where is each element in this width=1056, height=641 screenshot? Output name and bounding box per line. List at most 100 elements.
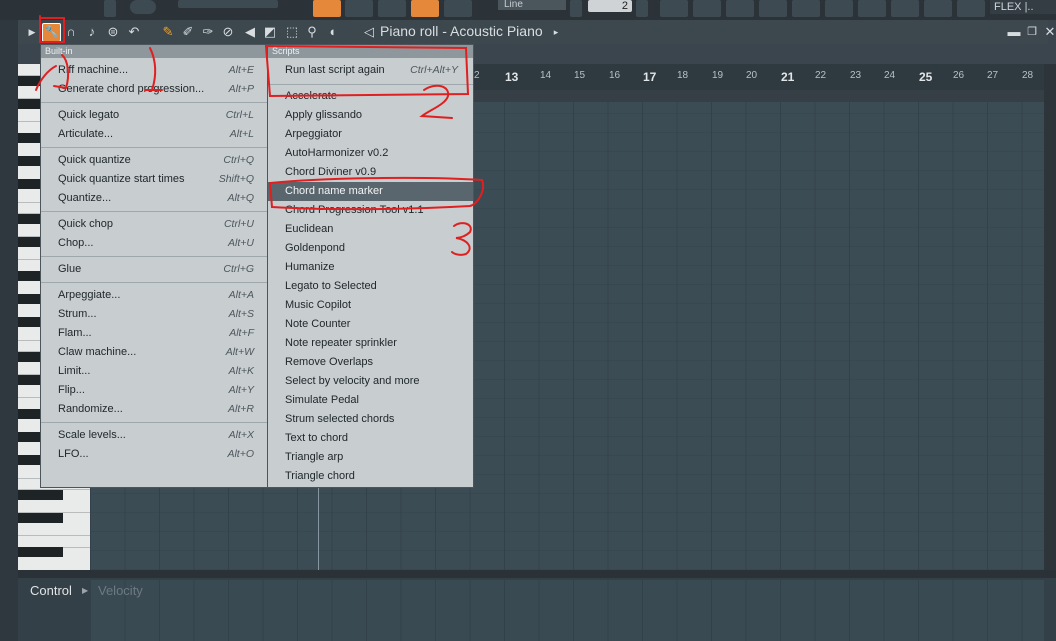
script-menu-item[interactable]: Euclidean (268, 220, 473, 239)
magnet-icon[interactable]: ∩ (63, 24, 79, 40)
builtin-menu-item[interactable]: Generate chord progression... Alt+P (41, 80, 268, 99)
menu-item-shortcut: Ctrl+U (223, 218, 254, 230)
script-menu-item[interactable]: Arpeggiator (268, 125, 473, 144)
script-menu-item[interactable]: Legato to Selected (268, 277, 473, 296)
script-menu-item[interactable]: Music Copilot (268, 296, 473, 315)
link-button[interactable] (411, 0, 439, 17)
menu-item-label: Apply glissando (285, 109, 363, 121)
script-menu-item[interactable]: Apply glissando (268, 106, 473, 125)
script-menu-item[interactable]: Note Counter (268, 315, 473, 334)
builtin-menu-item[interactable]: Limit... Alt+K (41, 362, 268, 381)
record-mode-button[interactable] (444, 0, 472, 17)
builtin-menu-item[interactable]: Flam... Alt+F (41, 324, 268, 343)
play-note-icon[interactable]: ⊜ (105, 24, 121, 40)
snap-select[interactable]: Line (498, 0, 566, 10)
piano-button[interactable] (891, 0, 919, 17)
playlist-button[interactable] (660, 0, 688, 17)
builtin-menu-item[interactable]: LFO... Alt+O (41, 445, 268, 464)
pencil-icon[interactable]: ✎ (160, 24, 176, 40)
paint-brush-icon[interactable]: ✐ (180, 24, 196, 40)
delete-tool-icon[interactable]: ⊘ (220, 24, 236, 40)
script-menu-item[interactable]: Chord Progression Tool v1.1 (268, 201, 473, 220)
snap-button[interactable] (378, 0, 406, 17)
step-down-button[interactable] (570, 0, 582, 17)
ruler-bar-label: 23 (850, 70, 862, 81)
builtin-menu-item[interactable]: Quick legato Ctrl+L (41, 106, 268, 125)
script-menu-item[interactable]: Remove Overlaps (268, 353, 473, 372)
master-pitch-slider[interactable] (178, 0, 278, 8)
event-editor-divider[interactable] (18, 570, 1056, 578)
script-menu-item[interactable]: Chord Diviner v0.9 (268, 163, 473, 182)
song-position-button[interactable] (345, 0, 373, 17)
zoom-icon[interactable]: ⚲ (304, 24, 320, 40)
collapse-arrow-icon[interactable]: ▶ (24, 24, 40, 40)
script-menu-item[interactable]: Humanize (268, 258, 473, 277)
paint-delete-icon[interactable]: ✑ (200, 24, 216, 40)
control-selector[interactable]: Control (30, 583, 72, 598)
playback-icon[interactable]: ◖ (324, 24, 340, 40)
builtin-menu-item[interactable]: Claw machine... Alt+W (41, 343, 268, 362)
step-up-button[interactable] (636, 0, 648, 17)
channel-rack-button[interactable] (726, 0, 754, 17)
zoom-value[interactable]: 2 (588, 0, 632, 12)
script-menu-item[interactable]: Goldenpond (268, 239, 473, 258)
event-editor-grid[interactable] (90, 580, 1044, 641)
builtin-menu-item[interactable]: Riff machine... Alt+E (41, 61, 268, 80)
builtin-menu-item[interactable]: Scale levels... Alt+X (41, 426, 268, 445)
menu-item-shortcut: Alt+Q (227, 192, 254, 204)
pattern-mode-button[interactable] (313, 0, 341, 17)
builtin-menu-item[interactable]: Quantize... Alt+Q (41, 189, 268, 208)
master-volume-knob[interactable] (104, 0, 116, 17)
select-icon[interactable]: ⬚ (284, 24, 300, 40)
piano-roll-button[interactable] (693, 0, 721, 17)
builtin-menu-item[interactable]: Quick chop Ctrl+U (41, 215, 268, 234)
menu-item-shortcut: Alt+X (228, 429, 254, 441)
restore-icon[interactable]: ❐ (1024, 24, 1040, 40)
builtin-menu-item[interactable]: Arpeggiate... Alt+A (41, 286, 268, 305)
builtin-menu-item[interactable]: Strum... Alt+S (41, 305, 268, 324)
flex-plugin-label[interactable]: FLEX |.. (990, 0, 1056, 14)
menu-item-label: Articulate... (58, 128, 114, 140)
vertical-scrollbar[interactable] (1044, 64, 1056, 570)
builtin-menu-item[interactable]: Quick quantize Ctrl+Q (41, 151, 268, 170)
touch-controller-button[interactable] (858, 0, 886, 17)
note-icon[interactable]: ♪ (84, 24, 100, 40)
builtin-menu-item[interactable]: Glue Ctrl+G (41, 260, 268, 279)
script-menu-item[interactable]: Chord name marker (268, 182, 473, 201)
run-last-script-item[interactable]: Run last script again Ctrl+Alt+Y (268, 61, 473, 80)
midi-button[interactable] (957, 0, 985, 17)
black-key[interactable] (18, 489, 63, 500)
script-menu-item[interactable]: Triangle arp (268, 448, 473, 467)
mixer-button[interactable] (759, 0, 787, 17)
ruler-bar-label: 2 (474, 70, 480, 81)
script-menu-item[interactable]: Simulate Pedal (268, 391, 473, 410)
browser-button[interactable] (825, 0, 853, 17)
tools-menu-icon[interactable]: 🔧 (42, 23, 61, 42)
black-key[interactable] (18, 547, 63, 557)
minimize-icon[interactable]: ▬ (1006, 24, 1022, 40)
script-menu-item[interactable]: Accelerate (268, 87, 473, 106)
script-menu-item[interactable]: Select by velocity and more (268, 372, 473, 391)
builtin-menu-item[interactable]: Flip... Alt+Y (41, 381, 268, 400)
undo-icon[interactable]: ↶ (126, 24, 142, 40)
speaker-icon[interactable]: ◁ (361, 24, 377, 40)
plugin-picker-button[interactable] (792, 0, 820, 17)
slice-icon[interactable]: ◩ (262, 24, 278, 40)
builtin-menu-item[interactable]: Quick quantize start times Shift+Q (41, 170, 268, 189)
close-icon[interactable]: ✕ (1042, 24, 1056, 40)
builtin-menu-item[interactable]: Randomize... Alt+R (41, 400, 268, 419)
menu-item-shortcut: Alt+F (229, 327, 254, 339)
script-menu-item[interactable]: Text to chord (268, 429, 473, 448)
black-key[interactable] (18, 512, 63, 523)
title-arrow-icon[interactable]: ▸ (548, 24, 564, 40)
builtin-menu-item[interactable]: Articulate... Alt+L (41, 125, 268, 144)
script-menu-item[interactable]: Triangle chord (268, 467, 473, 486)
edison-button[interactable] (924, 0, 952, 17)
mute-icon[interactable]: ◀ (242, 24, 258, 40)
script-menu-item[interactable]: AutoHarmonizer v0.2 (268, 144, 473, 163)
tempo-knob[interactable] (130, 0, 156, 14)
builtin-tools-menu: Built-in Riff machine... Alt+E Generate ch… (40, 44, 269, 488)
script-menu-item[interactable]: Note repeater sprinkler (268, 334, 473, 353)
builtin-menu-item[interactable]: Chop... Alt+U (41, 234, 268, 253)
script-menu-item[interactable]: Strum selected chords (268, 410, 473, 429)
